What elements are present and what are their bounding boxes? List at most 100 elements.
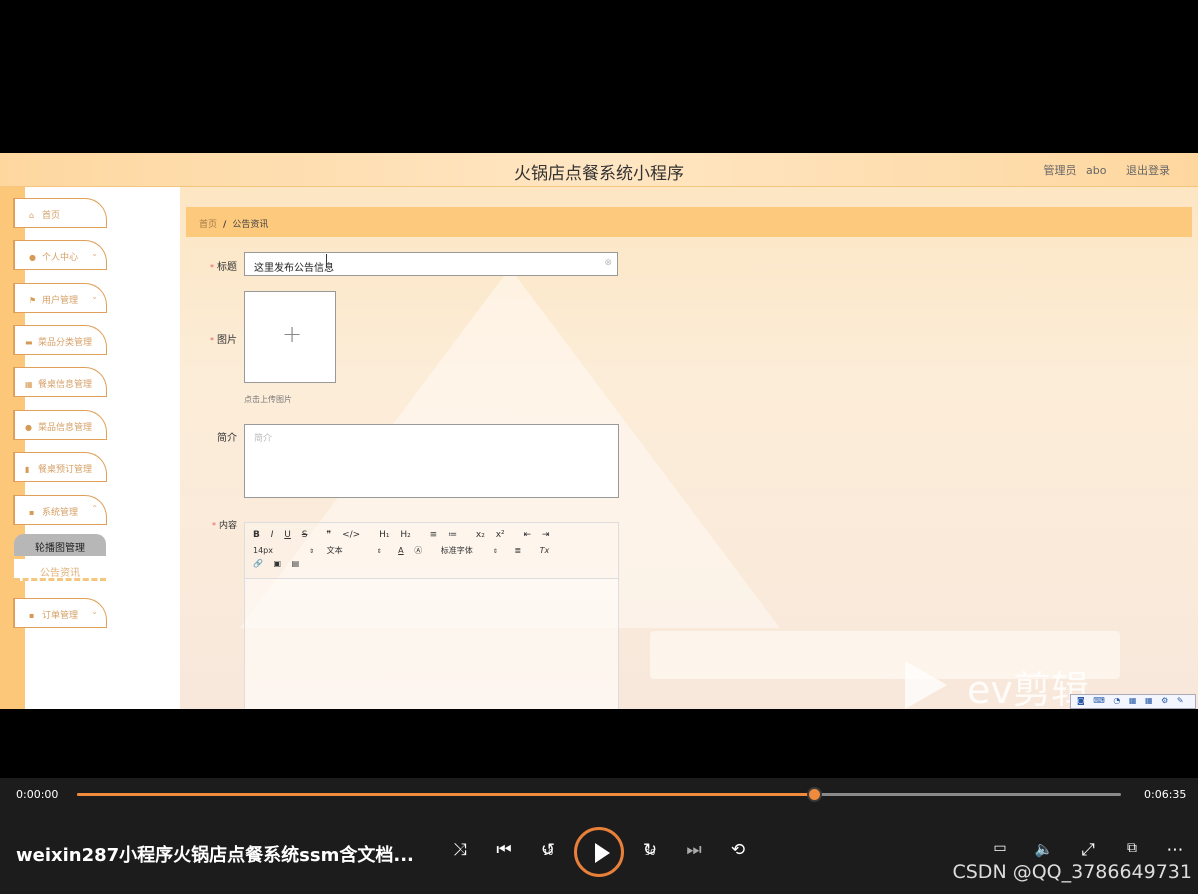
intro-textarea[interactable]: 简介 [244,424,619,498]
seek-thumb[interactable] [807,787,823,802]
home-icon: ⌂ [29,211,35,220]
user-icon: ● [29,253,36,262]
breadcrumb: 首页 / 公告资讯 [186,207,1192,237]
list-icon: ▬ [25,338,33,347]
image-label: * 图片 [210,335,237,346]
indent-button[interactable]: ⇥ [542,530,550,540]
text-cursor [326,254,327,266]
chevron-updown-icon: ⇕ [309,548,315,555]
title-input[interactable]: 这里发布公告信息 ⊗ [244,252,618,276]
rewind-seconds: 10 [543,848,554,857]
chevron-updown-icon: ⇕ [376,548,382,555]
app-header: 火锅店点餐系统小程序 管理员 abo 退出登录 [0,153,1198,187]
video-title: weixin287小程序火锅店点餐系统ssm含文档... [16,845,414,866]
sidebar-item-label: 系统管理 [42,508,79,518]
play-logo-icon [905,661,947,709]
submenu-item-carousel[interactable]: 轮播图管理 [14,534,106,556]
ime-toolbar: ◙ ⌨ ◔ ▦ ▦ ⚙ ✎ [1070,694,1196,709]
shuffle-icon[interactable]: ⤨ [447,840,473,860]
ordered-list-button[interactable]: ≡ [430,530,438,540]
italic-button[interactable]: I [271,530,274,540]
title-input-value: 这里发布公告信息 [254,263,334,274]
current-time: 0:00:00 [16,788,59,801]
sidebar-item-profile[interactable]: ● 个人中心 ⌄ [13,240,107,270]
heading1-button[interactable]: H₁ [379,530,389,540]
sidebar-item-dish-category[interactable]: ▬ 菜品分类管理 [13,325,107,355]
flag-icon: ⚑ [29,296,37,305]
bold-button[interactable]: B [253,530,260,540]
csdn-credit: CSDN @QQ_3786649731 [952,861,1192,883]
bullet-list-button[interactable]: ≔ [448,530,457,540]
outdent-button[interactable]: ⇤ [524,530,532,540]
code-block-button[interactable]: </> [342,530,360,540]
fullscreen-icon[interactable]: ⤢ [1075,840,1101,860]
sidebar-item-label: 菜品信息管理 [38,423,93,433]
sidebar-item-table-booking[interactable]: ▮ 餐桌预订管理 [13,452,107,482]
title-label: * 标题 [210,262,237,273]
link-icon[interactable]: 🔗 [253,559,263,568]
chevron-down-icon: ⌄ [91,607,98,616]
image-insert-icon[interactable]: ▣ [274,559,282,568]
app-title: 火锅店点餐系统小程序 [514,164,684,184]
location-icon: ● [25,423,32,432]
volume-icon[interactable]: 🔈 [1031,840,1057,858]
clear-icon[interactable]: ⊗ [604,258,612,268]
previous-icon[interactable]: ⏮ [491,840,517,860]
sidebar-item-label: 首页 [42,211,61,221]
intro-label: 简介 [217,433,237,444]
sidebar-item-home[interactable]: ⌂ 首页 [13,198,107,228]
forward-icon[interactable]: ↻ 30 [637,840,663,860]
seek-bar[interactable] [77,787,1121,802]
editor-toolbar-row2: 14px ⇕ 文本 ⇕ A Ⓐ 标准字体 ⇕ ≣ Tx [253,545,557,556]
sidebar-item-table-info[interactable]: ▦ 餐桌信息管理 [13,367,107,397]
paragraph-select[interactable]: 文本 [327,545,377,556]
sidebar-item-users[interactable]: ⚑ 用户管理 ⌄ [13,283,107,313]
subscript-button[interactable]: x₂ [476,530,485,540]
sidebar-item-label: 菜品分类管理 [38,338,93,348]
mini-player-icon[interactable]: ⧉ [1119,840,1145,856]
sidebar-item-system[interactable]: ▪ 系统管理 ⌃ [13,495,107,525]
align-button[interactable]: ≣ [514,546,521,555]
underline-button[interactable]: U [284,530,291,540]
rewind-icon[interactable]: ↺ 10 [535,840,561,860]
editor-toolbar-row1: B I U S ❞ </> H₁ H₂ ≡ ≔ x₂ x² ⇤ ⇥ [253,530,557,540]
username: abo [1086,164,1107,177]
bar-chart-icon: ▮ [25,465,30,474]
repeat-off-icon[interactable]: ⟲ [725,840,751,860]
breadcrumb-separator: / [223,220,227,230]
user-area: 管理员 abo 退出登录 [1038,162,1170,178]
editor-content-area[interactable] [245,578,618,709]
heading2-button[interactable]: H₂ [400,530,410,540]
font-color-button[interactable]: A [398,546,403,555]
sidebar-item-label: 用户管理 [42,296,79,306]
submenu-item-announcements[interactable]: 公告资讯 [14,559,106,581]
duration: 0:06:35 [1144,788,1187,801]
video-insert-icon[interactable]: ▤ [292,559,300,568]
rich-text-editor: B I U S ❞ </> H₁ H₂ ≡ ≔ x₂ x² ⇤ ⇥ 14px ⇕ … [244,522,619,709]
sidebar-item-label: 订单管理 [42,611,79,621]
subtitles-icon[interactable]: ▭ [987,840,1013,856]
sidebar-item-dish-info[interactable]: ● 菜品信息管理 [13,410,107,440]
next-icon[interactable]: ⏭ [681,840,707,860]
strikethrough-button[interactable]: S [302,530,308,540]
sidebar-item-orders[interactable]: ▪ 订单管理 ⌄ [13,598,107,628]
font-family-select[interactable]: 标准字体 [441,545,493,556]
more-options-icon[interactable]: ⋯ [1162,840,1188,860]
content-label: * 内容 [211,521,237,531]
blockquote-button[interactable]: ❞ [326,530,331,540]
superscript-button[interactable]: x² [496,530,505,540]
background-color-button[interactable]: Ⓐ [414,545,422,556]
video-frame: 火锅店点餐系统小程序 管理员 abo 退出登录 ⌂ 首页 ● 个人中心 ⌄ ⚑ 用户管理… [0,153,1198,709]
breadcrumb-home[interactable]: 首页 [199,220,217,230]
video-player-bar: 0:00:00 0:06:35 weixin287小程序火锅店点餐系统ssm含文… [0,778,1198,894]
clear-format-button[interactable]: Tx [540,546,550,555]
plus-icon: + [282,320,303,348]
font-size-select[interactable]: 14px [253,546,309,555]
play-icon [595,843,610,863]
user-role: 管理员 [1043,164,1077,177]
image-upload[interactable]: + [244,291,336,383]
play-button[interactable] [574,827,624,877]
breadcrumb-current: 公告资讯 [232,220,269,230]
seek-progress [77,793,815,796]
logout-link[interactable]: 退出登录 [1126,164,1170,177]
